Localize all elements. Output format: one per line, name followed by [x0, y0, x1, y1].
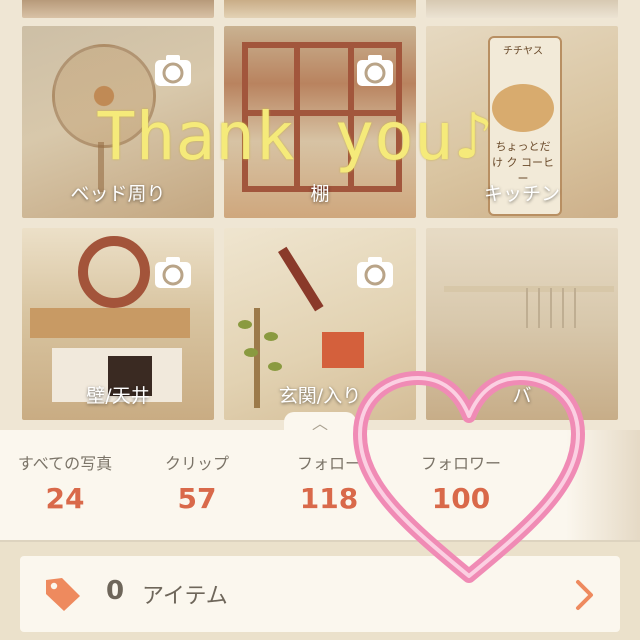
album-label: キッチン	[483, 183, 560, 205]
stat-value: 100	[431, 482, 491, 515]
stat-value: 118	[299, 482, 359, 515]
stat-followers[interactable]: フォロワー 100	[396, 450, 526, 515]
leaf-sticker	[268, 362, 282, 371]
album-tile-bath[interactable]: バ	[426, 228, 618, 420]
leaf-sticker	[238, 320, 252, 329]
hanger	[562, 288, 564, 328]
album-label: 玄関/入り	[278, 385, 362, 407]
profile-screen: ベッド周り 棚 チチヤス ちょっとだけ ク コーヒー キッチン 壁/天井 玄関/…	[0, 0, 640, 640]
hanger-rail	[444, 286, 614, 292]
album-grid: ベッド周り 棚 チチヤス ちょっとだけ ク コーヒー キッチン 壁/天井 玄関/…	[0, 22, 640, 432]
camera-icon	[357, 55, 393, 86]
camera-icon	[357, 257, 393, 288]
wreath-photo	[78, 236, 150, 308]
album-label: ベッド周り	[70, 183, 166, 205]
thank-you-overlay: Thank you♪	[96, 98, 494, 175]
stat-label: すべての写真	[17, 454, 113, 473]
stat-label: クリップ	[164, 454, 229, 473]
album-label: 棚	[310, 183, 330, 205]
items-count: 0	[106, 576, 125, 606]
album-tile-partial[interactable]	[22, 0, 214, 18]
items-label: アイテム	[142, 584, 228, 609]
stats-bar: すべての写真 24 クリップ 57 フォロー 118 フォロワー 100	[0, 430, 640, 540]
photo-shade	[566, 430, 640, 540]
hanger	[574, 288, 576, 328]
album-tile-entrance[interactable]: 玄関/入り	[224, 228, 416, 420]
camera-icon	[155, 257, 191, 288]
camera-icon	[155, 55, 191, 86]
stat-value: 24	[45, 482, 85, 515]
stat-photos[interactable]: すべての写真 24	[0, 450, 130, 515]
stat-label: フォロー	[296, 454, 361, 473]
album-label: バ	[512, 385, 532, 407]
hanger	[538, 288, 540, 328]
stat-following[interactable]: フォロー 118	[264, 450, 394, 515]
chevron-right-icon	[576, 580, 593, 610]
pencil-photo	[278, 246, 324, 312]
leaf-sticker	[264, 332, 278, 341]
wood-board	[30, 308, 190, 338]
stamp-photo	[322, 332, 364, 368]
album-tile-partial[interactable]	[224, 0, 416, 18]
album-tile-partial[interactable]	[426, 0, 618, 18]
stat-clips[interactable]: クリップ 57	[132, 450, 262, 515]
stat-value: 57	[177, 482, 217, 515]
album-row-partial	[0, 0, 640, 22]
album-tile-wall[interactable]: 壁/天井	[22, 228, 214, 420]
collapse-tab[interactable]: ︿	[284, 412, 356, 433]
items-row[interactable]: 0 アイテム	[20, 556, 620, 632]
tag-icon	[46, 578, 80, 611]
leaf-sticker	[244, 348, 258, 357]
album-label: 壁/天井	[86, 385, 150, 407]
hanger	[550, 288, 552, 328]
hanger	[526, 288, 528, 328]
carton-brand: チチヤス	[503, 46, 543, 57]
stat-label: フォロワー	[420, 454, 501, 473]
